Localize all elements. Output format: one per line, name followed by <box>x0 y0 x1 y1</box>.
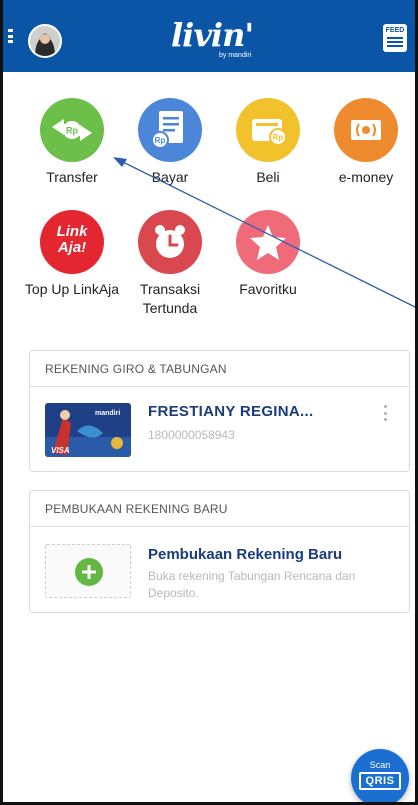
menu-item-favoritku[interactable]: Favoritku <box>219 210 317 320</box>
alarm-clock-icon <box>138 210 202 274</box>
menu-label: e-money <box>338 169 394 185</box>
menu-label: Bayar <box>151 169 189 185</box>
debit-card-image[interactable]: mandiri VISA <box>45 403 131 457</box>
account-name[interactable]: FRESTIANY REGINA... <box>148 403 313 420</box>
new-account-title[interactable]: Pembukaan Rekening Baru <box>148 546 342 563</box>
accounts-section-title: REKENING GIRO & TABUNGAN <box>30 351 409 387</box>
feed-line <box>387 45 403 47</box>
linkaja-logo-text: Link <box>56 223 88 240</box>
menu-item-topup-linkaja[interactable]: Link Aja! Top Up LinkAja <box>23 210 121 320</box>
feed-line <box>387 37 403 39</box>
menu-item-emoney[interactable]: e-money <box>317 98 415 208</box>
plus-icon <box>75 558 103 586</box>
menu-item-bayar[interactable]: Rp Bayar <box>121 98 219 208</box>
account-number: 1800000058943 <box>148 428 235 442</box>
scan-label: Scan <box>369 760 391 770</box>
linkaja-icon: Link Aja! <box>40 210 104 274</box>
transfer-icon: Rp <box>40 98 104 162</box>
bill-icon: Rp <box>138 98 202 162</box>
new-account-card: PEMBUKAAN REKENING BARU Pembukaan Rekeni… <box>29 490 410 613</box>
more-options-icon[interactable] <box>383 405 387 421</box>
linkaja-logo-text: Aja! <box>57 239 87 256</box>
card-visa-text: VISA <box>51 446 70 455</box>
menu-label: Top Up LinkAja <box>24 281 120 297</box>
feed-button[interactable]: FEED <box>383 24 407 52</box>
logo-text: livin' <box>171 16 254 54</box>
emoney-card-icon <box>334 98 398 162</box>
menu-item-transaksi-tertunda[interactable]: Transaksi Tertunda <box>121 210 219 320</box>
accounts-card: REKENING GIRO & TABUNGAN mandiri VISA FR… <box>29 350 410 472</box>
menu-label: Transfer <box>46 169 98 185</box>
livin-logo: livin' by mandiri <box>171 16 261 62</box>
svg-text:Rp: Rp <box>155 136 166 145</box>
new-account-description: Buka rekening Tabungan Rencana dan Depos… <box>148 569 356 600</box>
wallet-icon: Rp <box>236 98 300 162</box>
add-account-box[interactable] <box>45 544 131 598</box>
logo-subtext: by mandiri <box>219 52 252 59</box>
menu-icon[interactable] <box>8 29 13 43</box>
menu-label: Beli <box>256 169 280 185</box>
svg-text:Rp: Rp <box>273 133 284 142</box>
top-bar: livin' by mandiri FEED <box>3 0 415 72</box>
svg-text:Rp: Rp <box>66 126 78 136</box>
new-account-section-title: PEMBUKAAN REKENING BARU <box>30 491 409 527</box>
menu-label: Transaksi Tertunda <box>139 281 201 316</box>
feed-label: FEED <box>385 27 405 34</box>
card-brand-text: mandiri <box>95 410 120 417</box>
app-frame: livin' by mandiri FEED Rp Transfer Rp Ba… <box>0 0 418 805</box>
avatar[interactable] <box>28 24 62 58</box>
feed-line <box>387 41 403 43</box>
menu-label: Favoritku <box>239 281 297 297</box>
qris-logo-text: QRIS <box>359 772 401 790</box>
scan-qris-button[interactable]: Scan QRIS <box>351 749 409 802</box>
star-icon <box>236 210 300 274</box>
menu-item-beli[interactable]: Rp Beli <box>219 98 317 208</box>
menu-item-transfer[interactable]: Rp Transfer <box>23 98 121 208</box>
